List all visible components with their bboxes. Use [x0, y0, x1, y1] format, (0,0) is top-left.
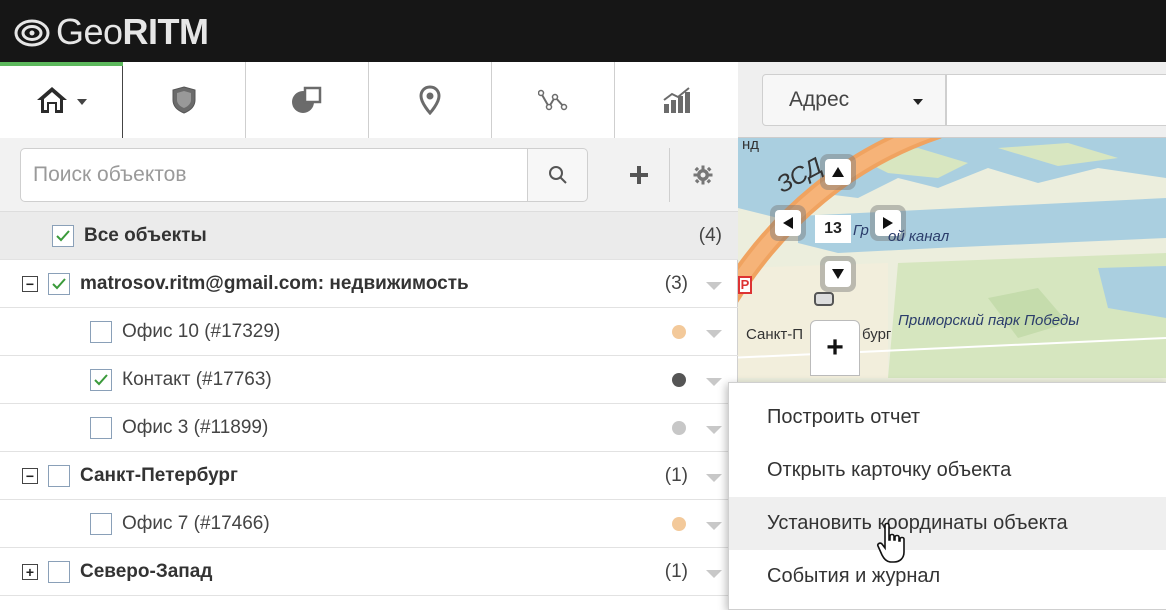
item-checkbox[interactable] [90, 320, 112, 343]
panel-tabs [0, 62, 738, 138]
group-checkbox[interactable] [48, 272, 70, 295]
pan-left-button[interactable] [770, 205, 806, 241]
checkmark-icon [56, 229, 70, 241]
objects-panel: Все объекты (4) − matrosov.ritm@gmail.co… [0, 62, 738, 610]
status-dot [672, 325, 686, 339]
group-label: matrosov.ritm@gmail.com: недвижимость [80, 272, 469, 294]
address-input[interactable] [946, 74, 1166, 126]
object-context-menu: Построить отчет Открыть карточку объекта… [728, 382, 1166, 610]
item-label: Офис 10 (#17329) [122, 320, 281, 342]
row-menu-chevron-icon[interactable] [706, 522, 722, 530]
home-icon [37, 87, 67, 113]
top-bar: GeoRITM [0, 0, 1166, 62]
tab-places[interactable] [369, 62, 492, 138]
chevron-down-icon [913, 99, 923, 105]
settings-button[interactable] [672, 148, 734, 202]
row-menu-chevron-icon[interactable] [706, 426, 722, 434]
tab-routes[interactable] [492, 62, 615, 138]
expand-toggle[interactable]: + [22, 563, 38, 580]
checkmark-icon [52, 277, 66, 289]
zoom-in-button[interactable]: + [810, 320, 860, 376]
search-input[interactable] [20, 148, 528, 202]
item-checkbox[interactable] [90, 368, 112, 391]
arrow-down-icon [832, 269, 844, 279]
logo-text: GeoRITM [56, 11, 209, 52]
map-label-canal-prefix: Гр [853, 222, 869, 239]
row-menu-chevron-icon[interactable] [706, 330, 722, 338]
shapes-icon [292, 86, 322, 113]
chart-icon [662, 87, 690, 113]
hand-pointer-icon [877, 522, 905, 563]
map-label-city: Санкт-П [746, 326, 804, 343]
pan-down-button[interactable] [820, 256, 856, 292]
tree-group-row[interactable]: − Санкт-Петербург (1) [0, 452, 738, 500]
address-type-label: Адрес [789, 88, 850, 111]
group-checkbox[interactable] [48, 560, 70, 583]
tree-item-row[interactable]: Офис 3 (#11899) [0, 404, 738, 452]
row-menu-chevron-icon[interactable] [706, 282, 722, 290]
group-checkbox[interactable] [48, 464, 70, 487]
parking-marker-icon[interactable]: P [738, 276, 752, 294]
menu-item-set-coordinates[interactable]: Установить координаты объекта [729, 497, 1166, 550]
item-checkbox[interactable] [90, 416, 112, 439]
zoom-level-indicator: 13 [815, 215, 851, 243]
status-dot [672, 421, 686, 435]
gear-icon [693, 165, 713, 185]
search-row [0, 138, 738, 212]
item-label: Офис 7 (#17466) [122, 512, 270, 534]
all-objects-checkbox[interactable] [52, 224, 74, 247]
chevron-down-icon [77, 99, 87, 105]
app-logo[interactable]: GeoRITM [14, 14, 209, 50]
row-menu-chevron-icon[interactable] [706, 378, 722, 386]
checkmark-icon [94, 373, 108, 385]
route-icon [538, 89, 568, 111]
map-label-park: Приморский парк Победы [898, 312, 1080, 329]
group-label: Северо-Запад [80, 560, 213, 582]
shield-icon [172, 86, 196, 114]
map-label-fragment: нд [742, 136, 760, 153]
map-pin-icon [419, 85, 441, 115]
menu-item-events-log[interactable]: События и журнал [729, 550, 1166, 603]
address-search-bar: Адрес [738, 62, 1166, 138]
arrow-left-icon [783, 217, 793, 229]
tree-group-row[interactable]: + Северо-Запад (1) [0, 548, 738, 596]
tab-home[interactable] [0, 62, 123, 138]
group-count: (3) [664, 272, 688, 294]
group-count: (1) [664, 560, 688, 582]
row-menu-chevron-icon[interactable] [706, 474, 722, 482]
menu-item-open-card[interactable]: Открыть карточку объекта [729, 444, 1166, 497]
tree-group-row[interactable]: − matrosov.ritm@gmail.com: недвижимость … [0, 260, 738, 308]
tab-reports[interactable] [615, 62, 738, 138]
arrow-up-icon [832, 167, 844, 177]
map-label-canal: ой канал [888, 228, 950, 245]
collapse-toggle[interactable]: − [22, 467, 38, 484]
item-label: Офис 3 (#11899) [122, 416, 269, 438]
row-menu-chevron-icon[interactable] [706, 570, 722, 578]
collapse-toggle[interactable]: − [22, 275, 38, 292]
status-dot [672, 517, 686, 531]
item-label: Контакт (#17763) [122, 368, 272, 390]
address-type-select[interactable]: Адрес [762, 74, 946, 126]
add-object-button[interactable] [608, 148, 670, 202]
tab-geofences[interactable] [123, 62, 246, 138]
all-objects-label: Все объекты [84, 224, 207, 246]
group-count: (1) [664, 464, 688, 486]
item-checkbox[interactable] [90, 512, 112, 535]
search-button[interactable] [528, 148, 588, 202]
tree-item-row[interactable]: Офис 7 (#17466) [0, 500, 738, 548]
tree-item-row[interactable]: Офис 10 (#17329) [0, 308, 738, 356]
tab-layers[interactable] [246, 62, 369, 138]
all-objects-count: (4) [698, 224, 722, 246]
plus-icon [629, 166, 648, 184]
tree-item-row[interactable]: Контакт (#17763) [0, 356, 738, 404]
group-label: Санкт-Петербург [80, 464, 238, 486]
menu-item-build-report[interactable]: Построить отчет [729, 391, 1166, 444]
objects-tree: Все объекты (4) − matrosov.ritm@gmail.co… [0, 212, 738, 596]
logo-swirl-icon [14, 19, 50, 47]
all-objects-row[interactable]: Все объекты (4) [0, 212, 738, 260]
map-label-city-suffix: бург [862, 326, 892, 343]
status-dot [672, 373, 686, 387]
zoom-slider-handle[interactable] [814, 292, 834, 306]
search-icon [548, 166, 567, 184]
